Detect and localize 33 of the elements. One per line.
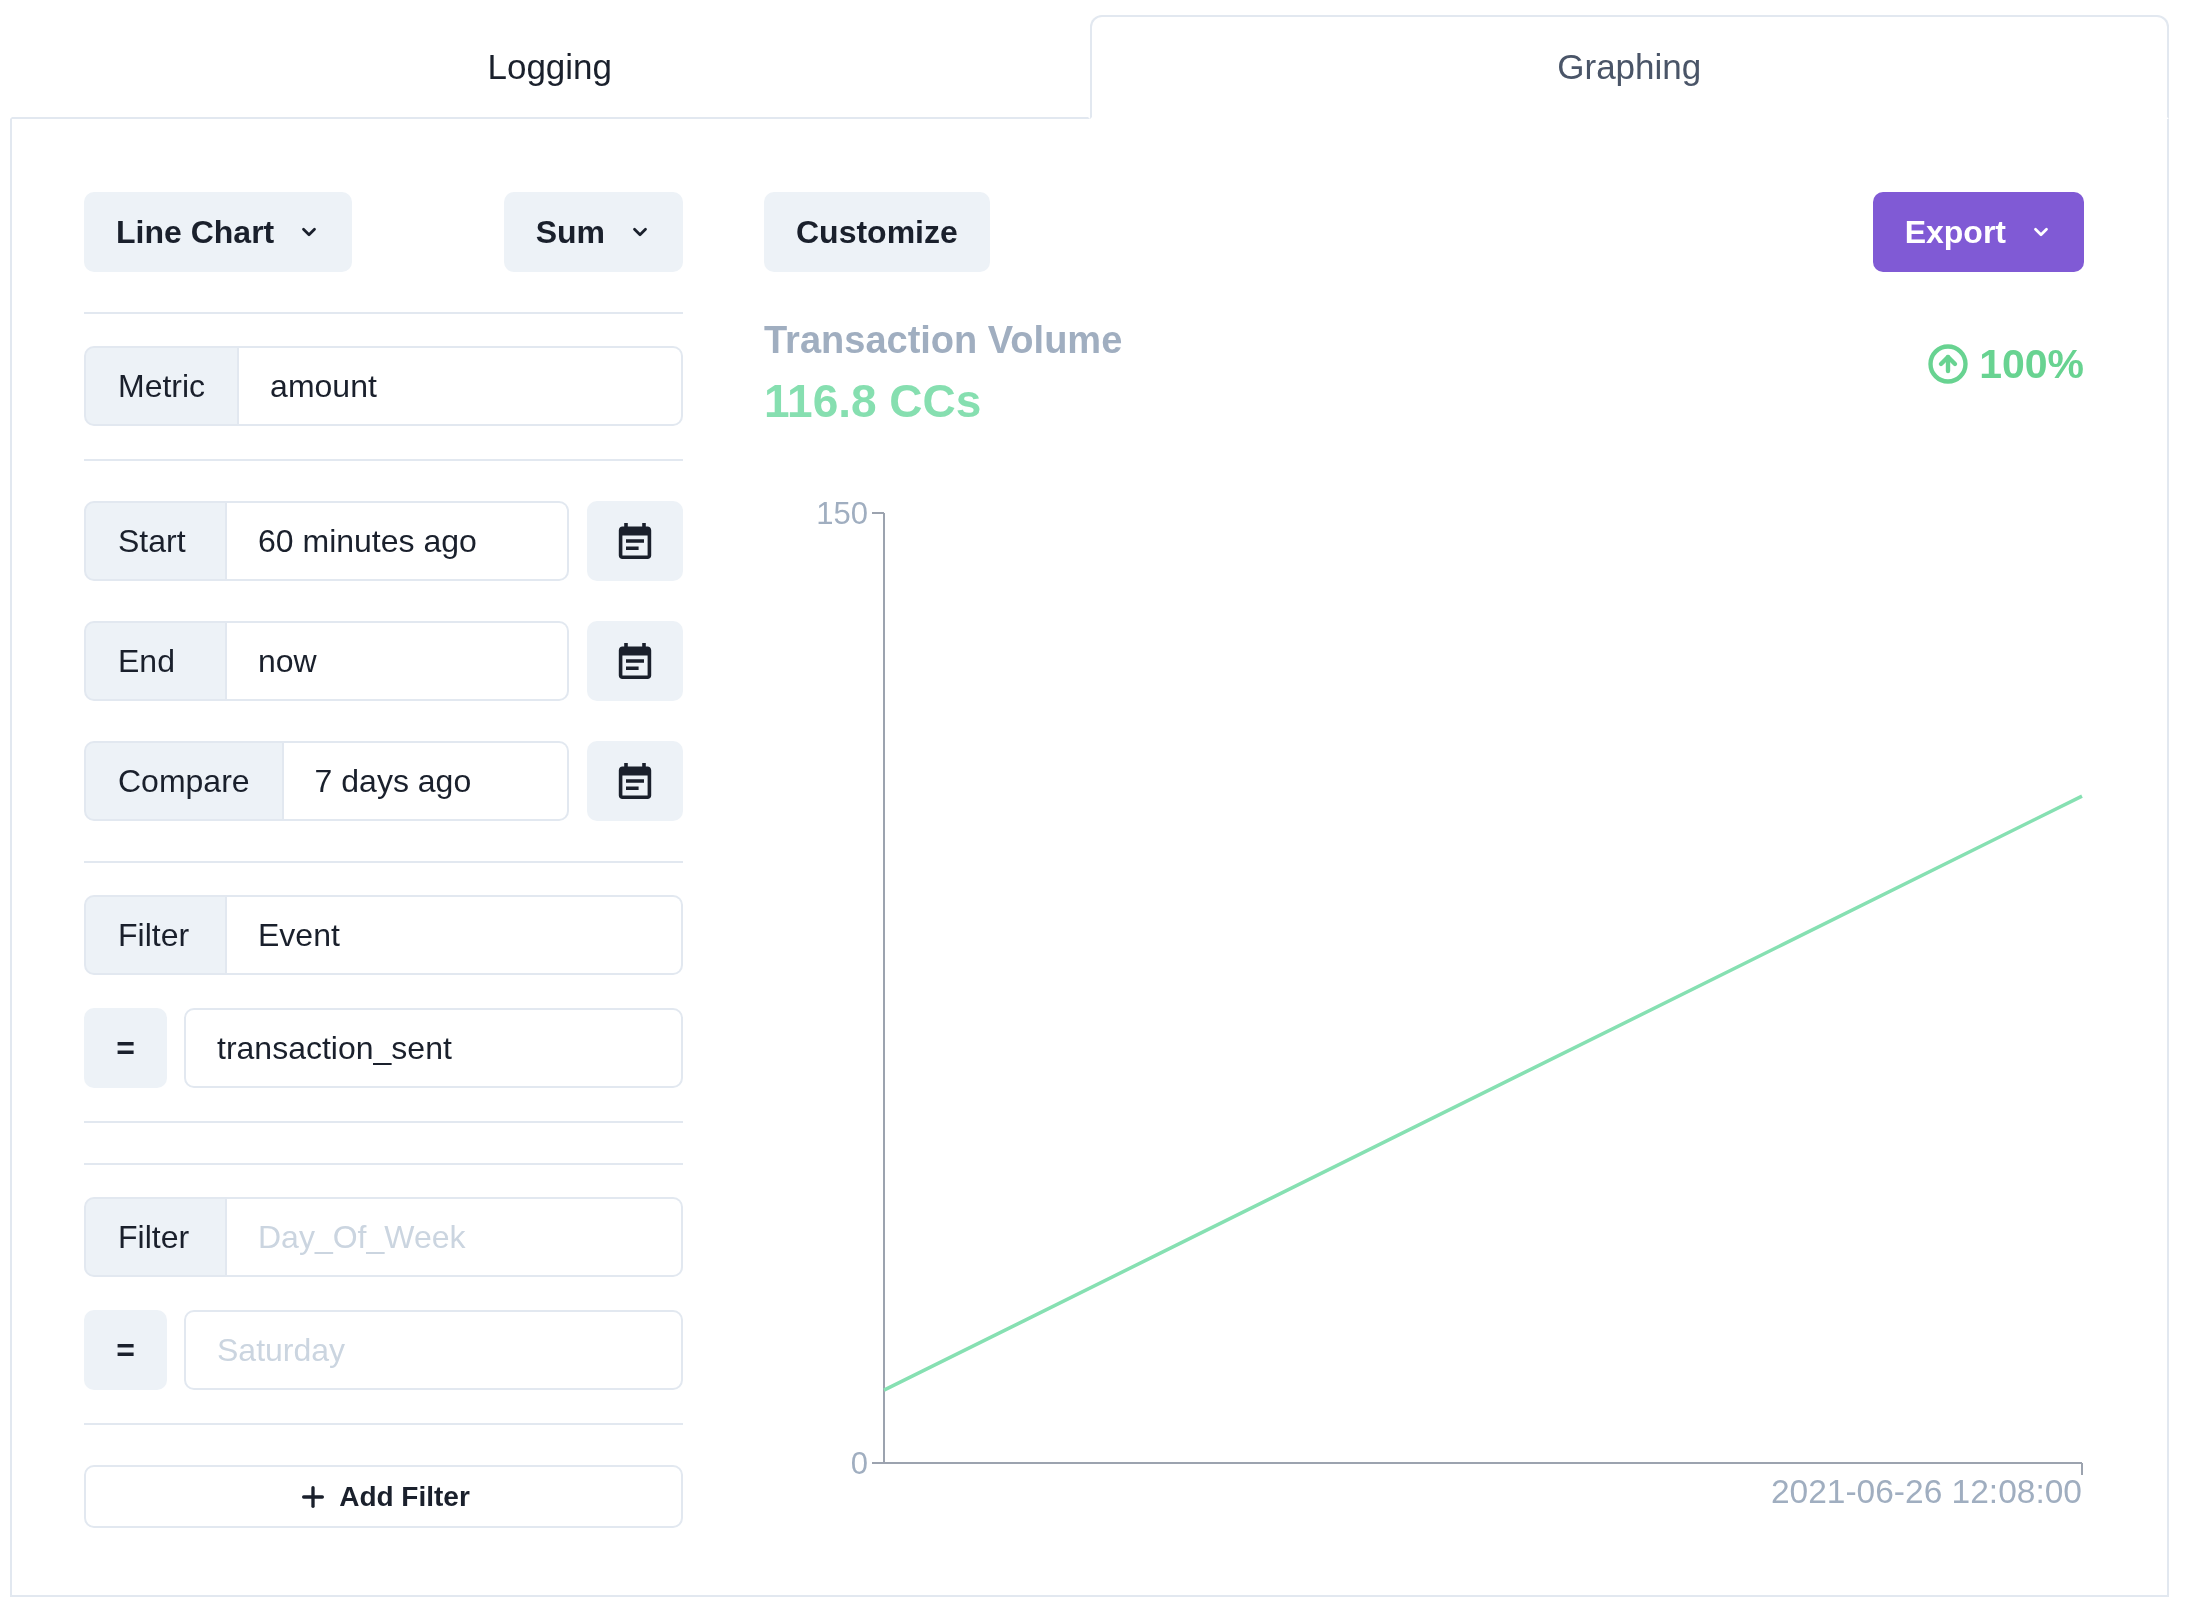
text-field[interactable]: amount <box>239 346 683 426</box>
total-value: 116.8 CCs <box>764 374 983 429</box>
calendar-icon <box>617 643 653 679</box>
field-label: Compare <box>84 741 284 821</box>
text-field[interactable]: 60 minutes ago <box>227 501 569 581</box>
calendar-button[interactable] <box>587 741 683 821</box>
field-label: Filter <box>84 1197 227 1277</box>
operator-select[interactable]: = <box>84 1008 167 1088</box>
operator-select[interactable]: = <box>84 1310 167 1390</box>
field-label: Filter <box>84 895 227 975</box>
calendar-button[interactable] <box>587 621 683 701</box>
chart-title: Transaction Volume <box>764 318 1123 362</box>
field-label: Start <box>84 501 227 581</box>
text-field[interactable]: 7 days ago <box>283 741 569 821</box>
axis-label: 2021-06-26 12:08:00 <box>1770 1473 2082 1510</box>
axis-label: 0 <box>850 1446 868 1481</box>
calendar-button[interactable] <box>587 501 683 581</box>
field-label: Metric <box>84 346 240 426</box>
arrow-up-circle-icon <box>1927 343 1970 385</box>
chart-type-dropdown[interactable]: Line Chart <box>84 192 353 272</box>
field-label: End <box>84 621 227 701</box>
customize-button[interactable]: Customize <box>764 192 990 272</box>
text-field[interactable]: Event <box>227 895 683 975</box>
tab[interactable]: Graphing <box>1089 15 2169 119</box>
calendar-icon <box>617 523 653 559</box>
add-filter-button[interactable]: Add Filter <box>84 1465 683 1528</box>
calendar-icon <box>617 763 653 799</box>
export-button[interactable]: Export <box>1872 192 2084 272</box>
axis-label: 150 <box>816 496 868 531</box>
text-field[interactable]: now <box>227 621 569 701</box>
text-field[interactable]: transaction_sent <box>184 1008 683 1088</box>
aggregation-dropdown[interactable]: Sum <box>503 192 683 272</box>
change-percent: 100% <box>1979 340 2084 389</box>
